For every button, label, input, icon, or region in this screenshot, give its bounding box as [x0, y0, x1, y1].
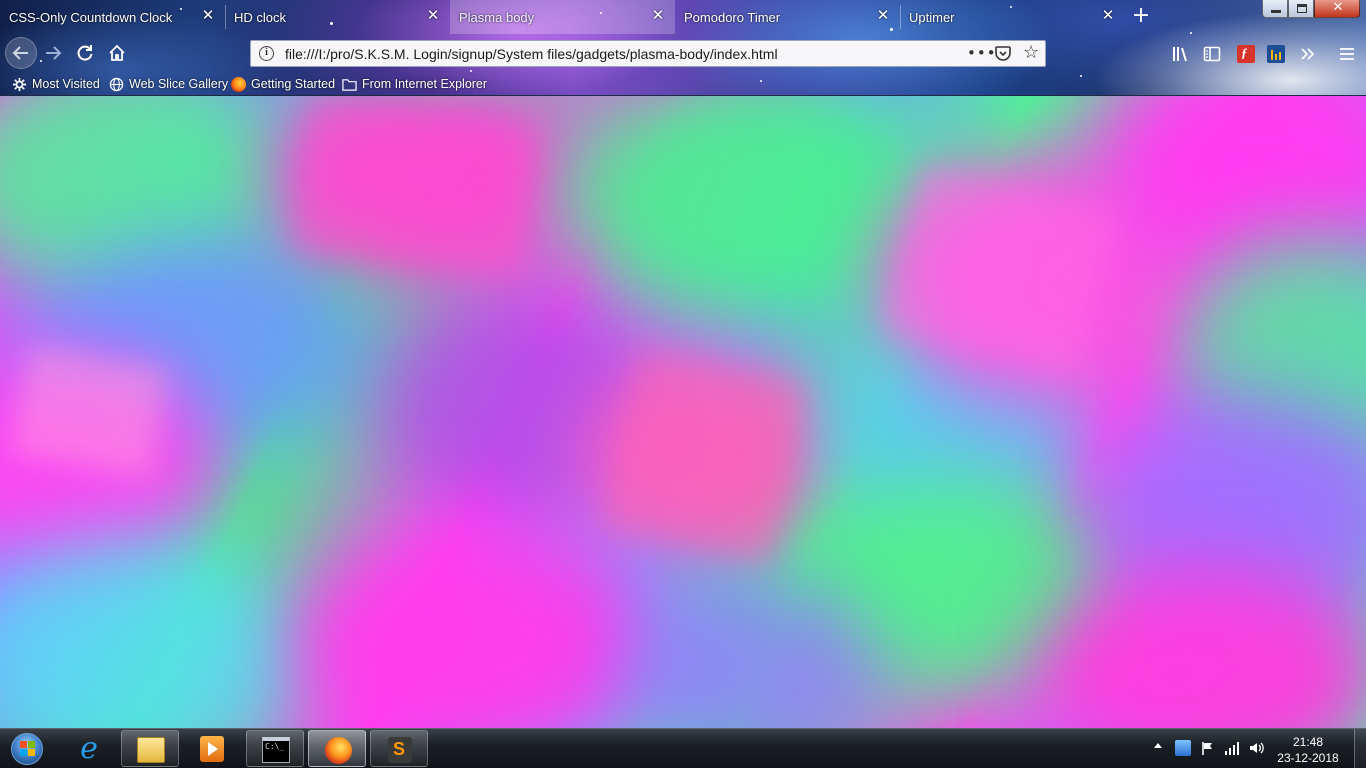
reload-icon	[77, 45, 93, 61]
tab-label: Uptimer	[909, 9, 955, 25]
media-player-icon	[200, 736, 224, 762]
firefox-icon	[231, 76, 246, 92]
browser-chrome: CSS-Only Countdown Clock ✕ HD clock ✕ Pl…	[0, 0, 1366, 96]
network-app-icon[interactable]	[1175, 740, 1191, 756]
close-icon[interactable]: ✕	[426, 8, 440, 23]
close-icon[interactable]: ✕	[201, 8, 215, 23]
bookmark-most-visited[interactable]: Most Visited	[12, 75, 100, 93]
gear-icon	[12, 77, 27, 91]
sublime-icon: S	[388, 737, 412, 763]
tab-label: HD clock	[234, 9, 287, 25]
start-button[interactable]	[4, 730, 48, 768]
info-icon[interactable]: i	[259, 46, 274, 61]
plasma-blob	[300, 536, 660, 728]
sidebar-icon[interactable]	[1203, 45, 1221, 63]
new-tab-button[interactable]: +	[1130, 5, 1152, 27]
ie-icon: e	[80, 731, 98, 766]
minimize-button[interactable]	[1262, 0, 1288, 18]
home-icon	[109, 44, 125, 61]
menu-icon[interactable]	[1338, 45, 1356, 63]
taskbar-media-player[interactable]	[183, 730, 241, 767]
tab-label: Plasma body	[459, 9, 535, 25]
bars-glyph	[1275, 54, 1277, 60]
taskbar-sublime-text[interactable]: S	[370, 730, 428, 767]
taskbar-command-prompt[interactable]: C:\_	[246, 730, 304, 767]
signal-bars-icon[interactable]	[1224, 740, 1240, 756]
tab-css-only-countdown-clock[interactable]: CSS-Only Countdown Clock ✕	[0, 0, 225, 34]
bars-glyph	[1279, 52, 1281, 60]
minimize-icon	[1271, 10, 1281, 13]
folder-icon	[137, 737, 165, 763]
arrow-left-icon	[12, 46, 28, 60]
close-icon[interactable]: ✕	[1101, 8, 1115, 23]
clock-date: 23-12-2018	[1277, 751, 1339, 765]
address-bar[interactable]: i file:///I:/pro/S.K.S.M. Login/signup/S…	[250, 40, 1046, 67]
taskbar-file-explorer[interactable]	[121, 730, 179, 767]
firefox-icon	[325, 737, 352, 764]
bookmark-label: Getting Started	[251, 77, 336, 91]
restore-button[interactable]	[1288, 0, 1314, 18]
tab-pomodoro-timer[interactable]: Pomodoro Timer ✕	[675, 0, 900, 34]
system-clock[interactable]: 21:48 23-12-2018	[1268, 734, 1348, 766]
bookmark-label: Most Visited	[32, 77, 100, 91]
home-button[interactable]	[106, 42, 128, 64]
star-decoration	[1080, 75, 1082, 77]
pocket-icon[interactable]	[995, 46, 1011, 61]
bookmark-getting-started[interactable]: Getting Started	[231, 75, 335, 93]
plasma-blob	[0, 536, 300, 728]
restore-icon	[1297, 4, 1307, 13]
flash-glyph: ƒ	[1241, 45, 1248, 60]
tray-expand-icon[interactable]	[1154, 743, 1162, 748]
sublime-glyph: S	[393, 739, 406, 759]
star-decoration	[1190, 32, 1192, 34]
bookmark-web-slice-gallery[interactable]: Web Slice Gallery	[109, 75, 228, 93]
star-decoration	[760, 80, 762, 82]
show-desktop-button[interactable]	[1354, 729, 1366, 768]
tab-hd-clock[interactable]: HD clock ✕	[225, 0, 450, 34]
taskbar: e C:\_ S 21:48 23-12-2018	[0, 728, 1366, 768]
close-icon: ✕	[1332, 0, 1344, 15]
url-text[interactable]: file:///I:/pro/S.K.S.M. Login/signup/Sys…	[285, 46, 778, 62]
tab-label: CSS-Only Countdown Clock	[9, 9, 173, 25]
taskbar-internet-explorer[interactable]: e	[60, 730, 118, 767]
page-actions-icon[interactable]: •••	[967, 44, 997, 62]
plasma-patch	[290, 100, 540, 282]
volume-icon[interactable]	[1248, 740, 1264, 756]
forward-button[interactable]	[42, 42, 64, 64]
cmd-glyph: C:\_	[265, 742, 285, 751]
folder-icon	[342, 78, 357, 91]
window-close-button[interactable]: ✕	[1314, 0, 1360, 18]
star-decoration	[470, 70, 472, 72]
play-icon	[208, 742, 218, 756]
library-icon[interactable]	[1171, 45, 1189, 63]
action-center-flag-icon[interactable]	[1200, 740, 1216, 756]
overflow-chevron-icon[interactable]	[1299, 45, 1317, 63]
bars-glyph	[1271, 50, 1273, 60]
bookmark-star-icon[interactable]: ☆	[1023, 43, 1039, 63]
clock-time: 21:48	[1292, 735, 1324, 749]
tab-label: Pomodoro Timer	[684, 9, 781, 25]
bookmark-label: Web Slice Gallery	[129, 77, 229, 91]
globe-icon	[109, 77, 124, 91]
arrow-right-icon	[46, 46, 62, 60]
reload-button[interactable]	[74, 42, 96, 64]
tab-plasma-body[interactable]: Plasma body ✕	[450, 0, 675, 34]
bookmark-label: From Internet Explorer	[362, 77, 488, 91]
cmd-icon: C:\_	[262, 737, 290, 763]
close-icon[interactable]: ✕	[651, 8, 665, 23]
stats-extension-icon[interactable]	[1267, 45, 1285, 63]
flash-extension-icon[interactable]: ƒ	[1237, 45, 1255, 63]
windows-flag-icon	[20, 741, 36, 757]
plasma-canvas	[0, 96, 1366, 728]
back-button[interactable]	[5, 37, 37, 69]
taskbar-firefox[interactable]	[308, 730, 366, 767]
tab-uptimer[interactable]: Uptimer ✕	[900, 0, 1125, 34]
bookmark-from-internet-explorer[interactable]: From Internet Explorer	[342, 75, 487, 93]
close-icon[interactable]: ✕	[876, 8, 890, 23]
